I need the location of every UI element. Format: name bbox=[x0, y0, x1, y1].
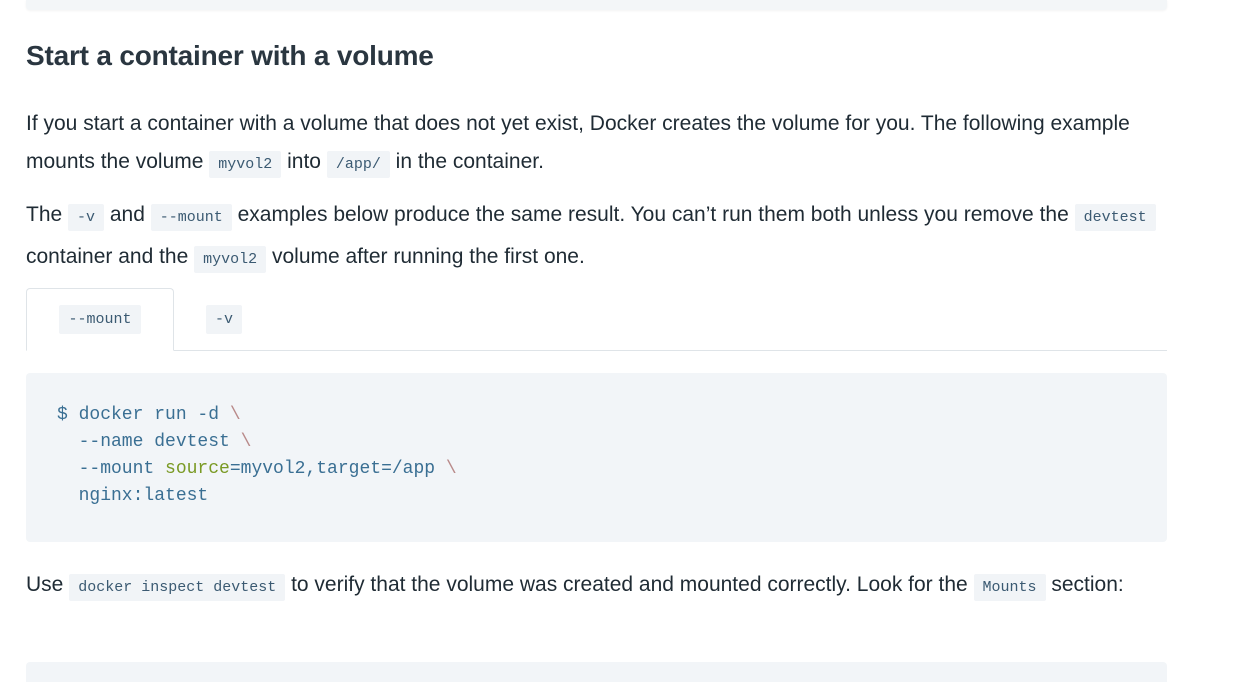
para2-text-b: and bbox=[104, 203, 151, 226]
para1-text-a: If you start a container with a volume t… bbox=[26, 112, 1130, 173]
intro-paragraph: If you start a container with a volume t… bbox=[26, 105, 1167, 184]
code-line-1: $ docker run -d \ bbox=[57, 402, 457, 429]
tab-v[interactable]: -v bbox=[200, 288, 248, 350]
code-line-4: nginx:latest bbox=[57, 483, 457, 510]
code-mount-value: =myvol2,target=/app bbox=[229, 459, 436, 479]
para2-text-a: The bbox=[26, 203, 69, 226]
tab-mount-label: --mount bbox=[59, 305, 141, 334]
inline-code-app: /app/ bbox=[326, 151, 390, 178]
code-line-3: --mount source=myvol2,target=/app \ bbox=[57, 456, 457, 483]
para2-text-c: examples below produce the same result. … bbox=[231, 203, 1075, 226]
inline-code-myvol2-2: myvol2 bbox=[194, 246, 267, 273]
options-paragraph: The -v and --mount examples below produc… bbox=[26, 195, 1167, 279]
section-heading: Start a container with a volume bbox=[26, 40, 434, 71]
inline-code-myvol2: myvol2 bbox=[209, 151, 282, 178]
previous-code-block-edge bbox=[26, 0, 1167, 10]
inline-code-mount: --mount bbox=[150, 204, 232, 231]
next-code-block-edge bbox=[26, 662, 1167, 682]
code-tabs: --mount -v bbox=[26, 288, 1167, 351]
para2-text-e: volume after running the first one. bbox=[266, 245, 585, 268]
line-continuation: \ bbox=[240, 432, 252, 452]
line-continuation: \ bbox=[229, 405, 241, 425]
inline-code-v: -v bbox=[68, 204, 105, 231]
code-source-key: source bbox=[165, 459, 230, 479]
inline-code-mounts: Mounts bbox=[973, 574, 1046, 601]
code-block: $ docker run -d \ --name devtest \ --mou… bbox=[26, 373, 1167, 542]
code-mount-flag: --mount bbox=[57, 459, 166, 479]
inline-code-inspect: docker inspect devtest bbox=[69, 574, 286, 601]
para3-text-a: Use bbox=[26, 573, 70, 596]
para3-text-c: section: bbox=[1045, 573, 1124, 596]
code-name-flag: --name devtest bbox=[57, 432, 230, 452]
para3-text-b: to verify that the volume was created an… bbox=[285, 573, 974, 596]
tab-v-label: -v bbox=[205, 304, 242, 334]
inspect-paragraph: Use docker inspect devtest to verify tha… bbox=[26, 565, 1167, 607]
code-content: $ docker run -d \ --name devtest \ --mou… bbox=[57, 402, 457, 510]
code-line-2: --name devtest \ bbox=[57, 429, 457, 456]
para2-text-d: container and the bbox=[26, 245, 195, 268]
line-continuation: \ bbox=[445, 459, 457, 479]
para1-text-c: in the container. bbox=[389, 150, 544, 173]
para1-text-b: into bbox=[281, 150, 327, 173]
tab-mount[interactable]: --mount bbox=[26, 288, 174, 351]
code-image: nginx:latest bbox=[57, 486, 209, 506]
code-command: $ docker run -d bbox=[57, 405, 220, 425]
inline-code-devtest: devtest bbox=[1074, 204, 1156, 231]
